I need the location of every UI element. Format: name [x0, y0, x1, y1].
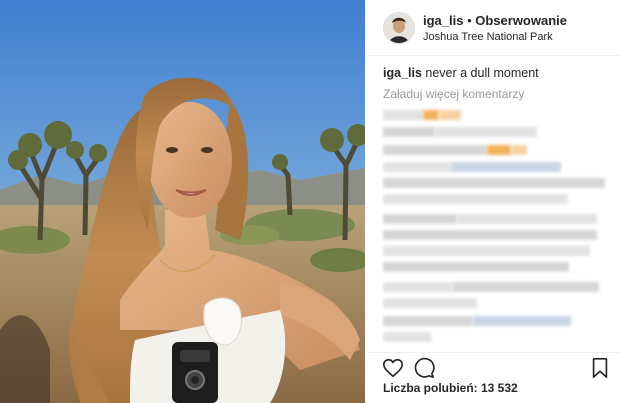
header-title: iga_lis • Obserwowanie	[423, 13, 567, 28]
post-sidebar: iga_lis • Obserwowanie Joshua Tree Natio…	[367, 0, 620, 403]
post-actions	[367, 352, 620, 383]
post-photo[interactable]	[0, 0, 365, 403]
bookmark-icon[interactable]	[589, 357, 611, 379]
heart-icon[interactable]	[382, 357, 404, 379]
follow-button[interactable]: Obserwowanie	[475, 13, 567, 28]
likes-label: Liczba polubień:	[383, 381, 481, 395]
caption-text: never a dull moment	[421, 66, 539, 80]
load-more-comments-button[interactable]: Załaduj więcej komentarzy	[383, 87, 524, 101]
likes-count[interactable]: Liczba polubień: 13 532	[383, 381, 518, 395]
location-link[interactable]: Joshua Tree National Park	[423, 31, 553, 43]
caption-username[interactable]: iga_lis	[383, 66, 422, 80]
post-photo-image	[0, 0, 365, 403]
post-caption: iga_lis never a dull moment	[383, 66, 539, 80]
comment-icon[interactable]	[413, 357, 435, 379]
header-separator: •	[463, 13, 476, 28]
post-header: iga_lis • Obserwowanie Joshua Tree Natio…	[367, 0, 620, 56]
header-username[interactable]: iga_lis	[423, 13, 463, 28]
instagram-post: iga_lis • Obserwowanie Joshua Tree Natio…	[0, 0, 620, 403]
likes-number: 13 532	[481, 381, 518, 395]
avatar[interactable]	[383, 12, 415, 44]
avatar-image	[384, 13, 414, 43]
